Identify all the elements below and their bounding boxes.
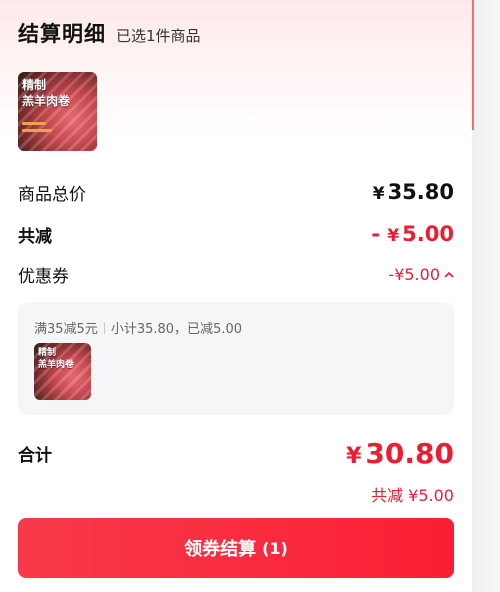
cta-count: (1)	[262, 538, 288, 558]
product-thumbnail[interactable]: 精制 羔羊肉卷	[18, 72, 97, 151]
sheet-title: 结算明细	[18, 22, 106, 46]
grand-total-row: 合计 ¥30.80	[18, 436, 454, 470]
goods-total-label: 商品总价	[18, 184, 86, 205]
thumbnail-text-line2: 羔羊肉卷	[22, 94, 71, 108]
goods-total-price: ¥35.80	[373, 180, 454, 204]
total-discount-price: - ¥5.00	[371, 222, 454, 246]
coupon-toggle[interactable]: -¥5.00	[388, 265, 454, 284]
thumbnail-tag	[22, 122, 46, 125]
grand-total-price: ¥30.80	[346, 437, 454, 470]
background-accent	[472, 0, 474, 130]
currency-symbol: ¥	[387, 226, 400, 246]
coupon-subtotal: 小计35.80，已减5.00	[110, 322, 242, 337]
currency-symbol: ¥	[346, 443, 362, 469]
cta-label: 领券结算	[184, 539, 257, 560]
coupon-value: -¥5.00	[388, 264, 440, 284]
thumbnail-text-line2: 羔羊肉卷	[38, 360, 75, 370]
saving-text: 共减 ¥5.00	[371, 486, 454, 505]
coupon-rule: 满35减5元	[34, 322, 98, 337]
claim-and-checkout-button[interactable]: 领券结算 (1)	[18, 518, 454, 578]
coupon-row[interactable]: 优惠券 -¥5.00	[18, 261, 454, 287]
coupon-product-thumbnail: 精制 羔羊肉卷	[34, 343, 91, 400]
goods-total-value: 35.80	[387, 180, 454, 204]
coupon-description: 满35减5元 小计35.80，已减5.00	[34, 318, 242, 337]
grand-total-label: 合计	[18, 445, 52, 466]
selected-count: 已选1件商品	[116, 27, 201, 45]
total-discount-value: 5.00	[402, 222, 454, 246]
chevron-up-icon	[444, 271, 454, 278]
minus-sign: -	[371, 222, 381, 246]
coupon-detail-panel: 满35减5元 小计35.80，已减5.00 精制 羔羊肉卷	[18, 302, 454, 415]
coupon-label: 优惠券	[18, 266, 69, 287]
goods-total-row: 商品总价 ¥35.80	[18, 178, 454, 206]
divider	[103, 321, 105, 334]
thumbnail-tag	[22, 129, 52, 132]
thumbnail-text-line1: 精制	[22, 78, 47, 92]
total-discount-row: 共减 - ¥5.00	[18, 220, 454, 248]
currency-symbol: ¥	[372, 184, 385, 204]
total-discount-label: 共减	[18, 226, 52, 247]
grand-total-value: 30.80	[365, 436, 454, 470]
sheet-header: 结算明细 已选1件商品	[18, 18, 201, 48]
background-page	[472, 0, 500, 592]
